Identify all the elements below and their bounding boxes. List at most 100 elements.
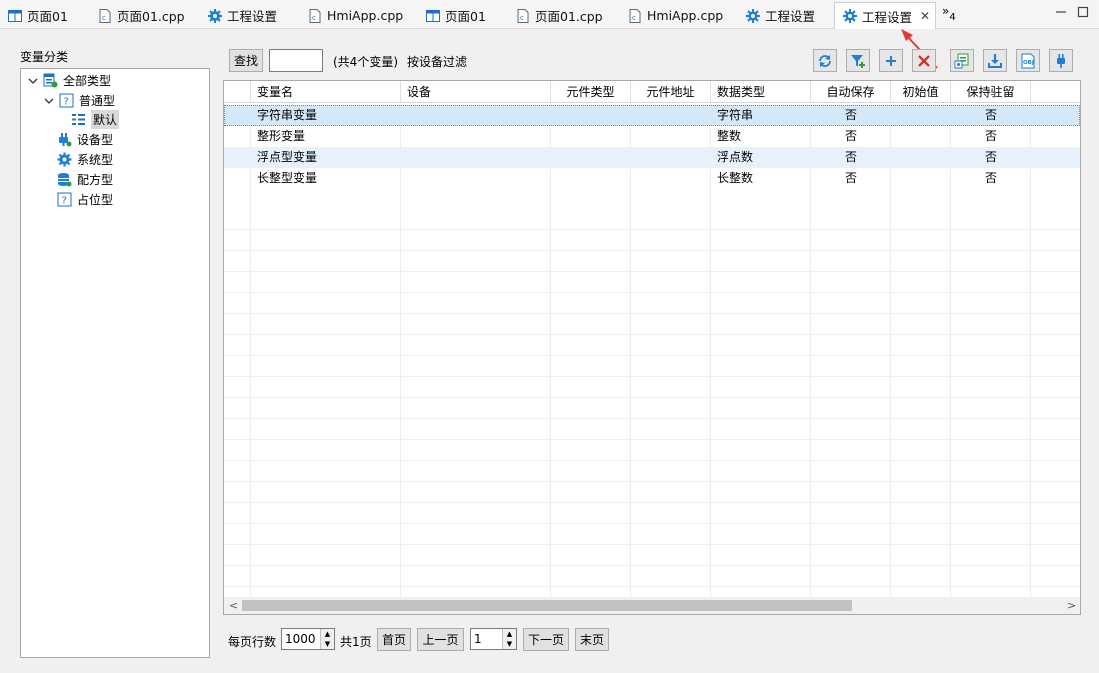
stepper-up-icon[interactable]: ▲	[502, 629, 516, 639]
close-tab-icon[interactable]: ✕	[920, 9, 930, 23]
rows-per-page-stepper[interactable]: 1000 ▲ ▼	[281, 628, 335, 650]
cell-auto-save[interactable]: 否	[811, 168, 891, 189]
tab-project-settings-active[interactable]: 工程设置 ✕	[834, 2, 936, 29]
scrollbar-thumb[interactable]	[242, 600, 852, 611]
cell-data-type[interactable]: 整数	[711, 126, 811, 147]
grid-line	[224, 418, 1080, 419]
column-header-element-type[interactable]: 元件类型	[551, 81, 631, 103]
scroll-right-icon[interactable]: >	[1067, 599, 1076, 612]
cell-name[interactable]: 整形变量	[251, 126, 401, 147]
column-header-retain[interactable]: 保持驻留	[951, 81, 1031, 103]
stepper-down-icon[interactable]: ▼	[320, 639, 334, 649]
cell-initial-value[interactable]	[891, 147, 951, 168]
cell-device[interactable]	[401, 105, 551, 126]
cell-initial-value[interactable]	[891, 126, 951, 147]
cell-element-address[interactable]	[631, 105, 711, 126]
cell-data-type[interactable]: 字符串	[711, 105, 811, 126]
cell-auto-save[interactable]: 否	[811, 147, 891, 168]
tab-page01[interactable]: 页面01	[0, 2, 90, 29]
tree-item-normal-type[interactable]: ? 普通型	[43, 91, 115, 110]
tree-item-label: 系统型	[77, 153, 114, 167]
stepper-up-icon[interactable]: ▲	[320, 629, 334, 639]
column-header-initial-value[interactable]: 初始值	[891, 81, 951, 103]
cell-retain[interactable]: 否	[951, 105, 1031, 126]
cell-retain[interactable]: 否	[951, 147, 1031, 168]
cell-auto-save[interactable]: 否	[811, 126, 891, 147]
page-number-stepper[interactable]: 1 ▲ ▼	[470, 628, 517, 650]
tree-item-placeholder-type[interactable]: ? 占位型	[57, 190, 113, 209]
import-button[interactable]	[950, 49, 974, 72]
tab-project-settings[interactable]: 工程设置	[200, 2, 300, 29]
next-page-button[interactable]: 下一页	[523, 628, 569, 651]
tree-item-system-type[interactable]: 系统型	[57, 150, 113, 169]
tab-page01[interactable]: 页面01	[418, 2, 508, 29]
cell-element-type[interactable]	[551, 168, 631, 189]
cell-retain[interactable]: 否	[951, 126, 1031, 147]
tab-page01-cpp[interactable]: c 页面01.cpp	[508, 2, 620, 29]
cell-element-address[interactable]	[631, 168, 711, 189]
cell-data-type[interactable]: 浮点数	[711, 147, 811, 168]
scroll-left-icon[interactable]: <	[229, 599, 238, 612]
tab-hmiapp-cpp[interactable]: c HmiApp.cpp	[300, 2, 415, 29]
cell-element-type[interactable]	[551, 126, 631, 147]
add-filter-button[interactable]	[846, 49, 870, 72]
page-icon	[426, 9, 440, 22]
tab-page01-cpp[interactable]: c 页面01.cpp	[90, 2, 200, 29]
minimize-icon[interactable]	[1055, 6, 1067, 18]
chevron-down-icon[interactable]	[27, 75, 39, 87]
cell-device[interactable]	[401, 126, 551, 147]
obj-export-button[interactable]: OBJ	[1016, 49, 1040, 72]
maximize-icon[interactable]	[1077, 6, 1089, 18]
column-header-auto-save[interactable]: 自动保存	[811, 81, 891, 103]
download-button[interactable]	[983, 49, 1007, 72]
tab-label: 页面01	[27, 9, 68, 24]
last-page-button[interactable]: 末页	[575, 628, 609, 651]
tab-project-settings[interactable]: 工程设置	[738, 2, 834, 29]
cell-element-address[interactable]	[631, 126, 711, 147]
column-header-name[interactable]: 变量名	[251, 81, 401, 103]
table-row[interactable]: 浮点型变量 浮点数 否 否	[224, 147, 1080, 168]
cell-name[interactable]: 字符串变量	[251, 105, 401, 126]
cell-element-type[interactable]	[551, 105, 631, 126]
cell-retain[interactable]: 否	[951, 168, 1031, 189]
tree-item-recipe-type[interactable]: 配方型	[57, 170, 113, 189]
refresh-button[interactable]	[813, 49, 837, 72]
variable-category-tree[interactable]: 全部类型 ? 普通型 默认 设备型 系统型 配方型 ? 占位型	[20, 68, 210, 658]
cell-element-address[interactable]	[631, 147, 711, 168]
cell-auto-save[interactable]: 否	[811, 105, 891, 126]
cell-device[interactable]	[401, 168, 551, 189]
grid-line	[224, 586, 1080, 587]
tree-item-default[interactable]: 默认	[71, 110, 120, 129]
filter-by-device-link[interactable]: 按设备过滤	[407, 53, 467, 70]
grid-line	[224, 544, 1080, 545]
cell-name[interactable]: 长整型变量	[251, 168, 401, 189]
cell-initial-value[interactable]	[891, 168, 951, 189]
search-button[interactable]: 查找	[229, 49, 263, 72]
tab-hmiapp-cpp[interactable]: c HmiApp.cpp	[620, 2, 738, 29]
cell-initial-value[interactable]	[891, 105, 951, 126]
column-header-device[interactable]: 设备	[401, 81, 551, 103]
horizontal-scrollbar[interactable]: < >	[224, 597, 1080, 614]
chevron-down-icon[interactable]	[43, 95, 55, 107]
first-page-button[interactable]: 首页	[377, 628, 411, 651]
table-row[interactable]: 整形变量 整数 否 否	[224, 126, 1080, 147]
cell-data-type[interactable]: 长整数	[711, 168, 811, 189]
search-input[interactable]	[269, 49, 323, 72]
cell-element-type[interactable]	[551, 147, 631, 168]
table-row[interactable]: 长整型变量 长整数 否 否	[224, 168, 1080, 189]
column-header-data-type[interactable]: 数据类型	[711, 81, 811, 103]
table-row[interactable]: 字符串变量 字符串 否 否	[224, 105, 1080, 126]
stepper-down-icon[interactable]: ▼	[502, 639, 516, 649]
add-variable-button[interactable]	[879, 49, 903, 72]
delete-variable-button[interactable]	[912, 49, 936, 72]
tab-overflow-button[interactable]: »4	[942, 4, 956, 23]
tree-item-all-types[interactable]: 全部类型	[27, 71, 111, 90]
cell-device[interactable]	[401, 147, 551, 168]
variable-table[interactable]: 变量名 设备 元件类型 元件地址 数据类型 自动保存 初始值 保持驻留 字符串变…	[223, 80, 1081, 615]
connect-button[interactable]	[1049, 49, 1073, 72]
prev-page-button[interactable]: 上一页	[417, 628, 464, 651]
column-header-element-address[interactable]: 元件地址	[631, 81, 711, 103]
variable-category-title: 变量分类	[20, 50, 69, 64]
tree-item-device-type[interactable]: 设备型	[57, 130, 113, 149]
cell-name[interactable]: 浮点型变量	[251, 147, 401, 168]
